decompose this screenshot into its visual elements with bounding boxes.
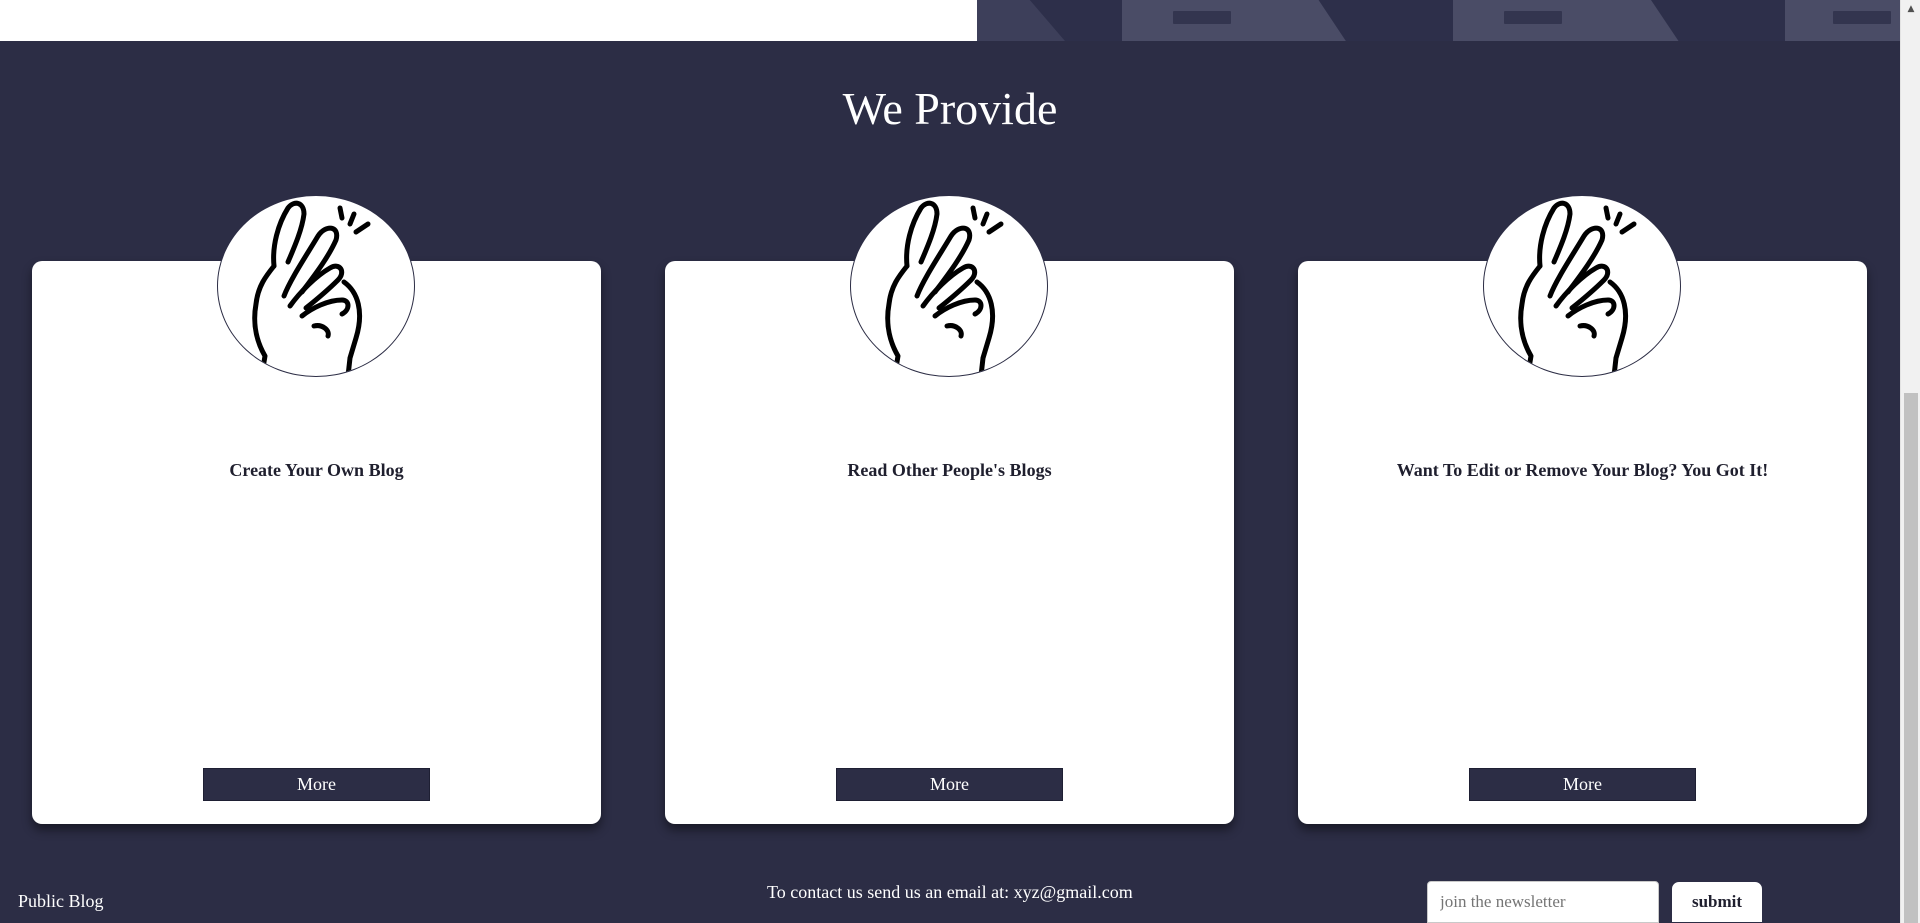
footer-contact-text: To contact us send us an email at: xyz@g…	[767, 882, 1133, 902]
more-button[interactable]: More	[203, 768, 430, 801]
card-title: Create Your Own Blog	[229, 460, 404, 480]
service-card: Create Your Own Blog More	[32, 195, 601, 824]
scroll-up-arrow-icon[interactable]: ▲	[1901, 0, 1920, 17]
previous-section-white-panel	[0, 0, 977, 41]
newsletter-input[interactable]	[1427, 881, 1659, 923]
decorative-pattern	[977, 0, 1900, 41]
finger-snap-icon	[217, 195, 415, 377]
card-title: Read Other People's Blogs	[847, 460, 1052, 480]
more-button[interactable]: More	[1469, 768, 1696, 801]
finger-snap-icon	[1483, 195, 1681, 377]
footer-brand[interactable]: Public Blog	[18, 891, 104, 912]
finger-snap-icon	[850, 195, 1048, 377]
submit-button[interactable]: submit	[1671, 881, 1763, 923]
service-card: Want To Edit or Remove Your Blog? You Go…	[1298, 195, 1867, 824]
section-title: We Provide	[842, 83, 1058, 134]
page-scrollbar[interactable]: ▲	[1900, 0, 1920, 923]
service-card: Read Other People's Blogs More	[665, 195, 1234, 824]
previous-section-strip	[0, 0, 1900, 41]
card-title: Want To Edit or Remove Your Blog? You Go…	[1396, 460, 1769, 480]
more-button[interactable]: More	[836, 768, 1063, 801]
scroll-thumb[interactable]	[1904, 393, 1918, 923]
